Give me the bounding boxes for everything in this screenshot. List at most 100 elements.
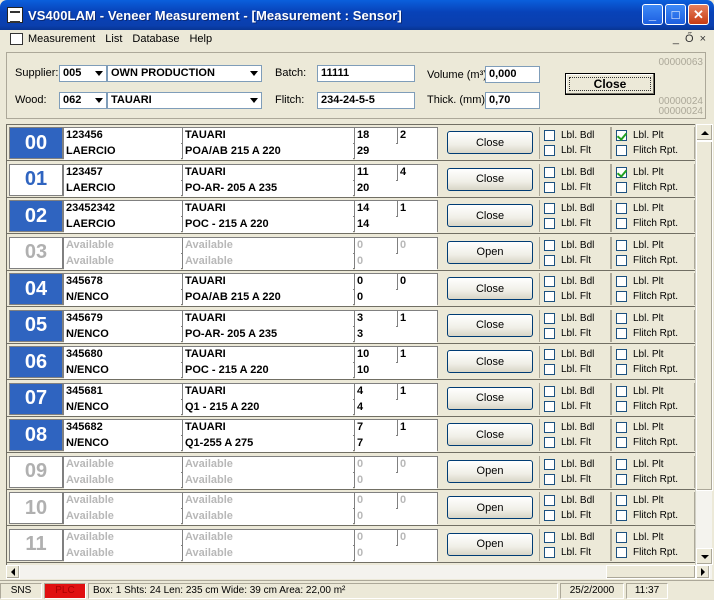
flitch-rpt-checkbox[interactable]: Flitch Rpt.	[616, 254, 678, 266]
menu-database[interactable]: Database	[132, 33, 179, 45]
mdi-minimize-icon[interactable]: _	[673, 33, 679, 45]
flitch-rpt-checkbox[interactable]: Flitch Rpt.	[616, 145, 678, 156]
lbl-bdl-checkbox[interactable]: Lbl. Bdl	[544, 385, 594, 397]
slot-number[interactable]: 02	[9, 200, 63, 232]
scroll-down-icon[interactable]	[696, 548, 713, 565]
slot-action-button[interactable]: Close	[447, 167, 533, 191]
lbl-flt-checkbox[interactable]: Lbl. Flt	[544, 510, 591, 521]
lbl-bdl-checkbox[interactable]: Lbl. Bdl	[544, 239, 594, 251]
slot-action-button[interactable]: Open	[447, 240, 533, 264]
lbl-bdl-checkbox[interactable]: Lbl. Bdl	[544, 422, 594, 433]
slot-number[interactable]: 03	[9, 236, 63, 269]
lbl-bdl-checkbox[interactable]: Lbl. Bdl	[544, 495, 594, 506]
chevron-down-icon[interactable]	[91, 66, 106, 81]
lbl-plt-checkbox[interactable]: Lbl. Plt	[616, 203, 664, 214]
scroll-right-icon[interactable]	[696, 565, 710, 579]
horizontal-thumb[interactable]	[606, 565, 696, 579]
lbl-flt-checkbox[interactable]: Lbl. Flt	[544, 437, 591, 448]
flitch-rpt-checkbox[interactable]: Flitch Rpt.	[616, 437, 678, 448]
lbl-plt-checkbox[interactable]: Lbl. Plt	[616, 276, 664, 287]
supplier-code-combo[interactable]: 005	[59, 65, 107, 82]
minimize-icon[interactable]: _	[642, 4, 663, 25]
slot-action-button[interactable]: Close	[447, 131, 533, 154]
thick-input[interactable]: 0,70	[485, 92, 540, 109]
slot-number[interactable]: 09	[9, 455, 63, 488]
lbl-plt-checkbox[interactable]: Lbl. Plt	[616, 349, 664, 360]
close-batch-button[interactable]: Close	[565, 73, 655, 95]
flitch-rpt-checkbox[interactable]: Flitch Rpt.	[616, 473, 678, 485]
menu-list[interactable]: List	[105, 33, 122, 45]
lbl-flt-checkbox[interactable]: Lbl. Flt	[544, 145, 591, 156]
lbl-bdl-checkbox[interactable]: Lbl. Bdl	[544, 312, 594, 324]
slot-action-button[interactable]: Open	[447, 496, 533, 519]
document-icon[interactable]	[10, 33, 23, 45]
lbl-plt-checkbox[interactable]: Lbl. Plt	[616, 130, 664, 141]
slot-action-button[interactable]: Open	[447, 459, 533, 483]
lbl-plt-checkbox[interactable]: Lbl. Plt	[616, 422, 664, 433]
lbl-plt-checkbox[interactable]: Lbl. Plt	[616, 239, 664, 251]
scroll-up-icon[interactable]	[696, 124, 713, 141]
lbl-flt-checkbox[interactable]: Lbl. Flt	[544, 254, 591, 266]
flitch-rpt-checkbox[interactable]: Flitch Rpt.	[616, 218, 678, 229]
wood-name-combo[interactable]: TAUARI	[107, 92, 262, 109]
slot-number[interactable]: 07	[9, 382, 63, 415]
chevron-down-icon[interactable]	[91, 93, 106, 108]
slot-number[interactable]: 01	[9, 163, 63, 196]
lbl-flt-checkbox[interactable]: Lbl. Flt	[544, 327, 591, 339]
lbl-flt-checkbox[interactable]: Lbl. Flt	[544, 473, 591, 485]
flitch-rpt-checkbox[interactable]: Flitch Rpt.	[616, 400, 678, 412]
scroll-thumb[interactable]	[696, 141, 713, 491]
flitch-rpt-checkbox[interactable]: Flitch Rpt.	[616, 510, 678, 521]
menu-help[interactable]: Help	[189, 33, 212, 45]
slot-action-button[interactable]: Close	[447, 386, 533, 410]
mdi-restore-icon[interactable]: Ő	[685, 33, 694, 45]
lbl-flt-checkbox[interactable]: Lbl. Flt	[544, 400, 591, 412]
slot-action-button[interactable]: Close	[447, 423, 533, 446]
lbl-plt-checkbox[interactable]: Lbl. Plt	[616, 166, 664, 178]
flitch-rpt-checkbox[interactable]: Flitch Rpt.	[616, 546, 678, 558]
wood-code-combo[interactable]: 062	[59, 92, 107, 109]
volume-input[interactable]: 0,000	[485, 66, 540, 83]
close-window-icon[interactable]: ✕	[688, 4, 709, 25]
lbl-flt-checkbox[interactable]: Lbl. Flt	[544, 291, 591, 302]
batch-input[interactable]: 11111	[317, 65, 415, 82]
lbl-bdl-checkbox[interactable]: Lbl. Bdl	[544, 458, 594, 470]
slot-number[interactable]: 00	[9, 127, 63, 159]
lbl-bdl-checkbox[interactable]: Lbl. Bdl	[544, 203, 594, 214]
slot-action-button[interactable]: Close	[447, 277, 533, 300]
vertical-scrollbar[interactable]	[695, 124, 713, 565]
slot-number[interactable]: 11	[9, 528, 63, 561]
slot-action-button[interactable]: Close	[447, 350, 533, 373]
slot-number[interactable]: 08	[9, 419, 63, 451]
flitch-input[interactable]: 234-24-5-5	[317, 92, 415, 109]
lbl-bdl-checkbox[interactable]: Lbl. Bdl	[544, 276, 594, 287]
slot-action-button[interactable]: Close	[447, 204, 533, 227]
maximize-icon[interactable]: □	[665, 4, 686, 25]
lbl-flt-checkbox[interactable]: Lbl. Flt	[544, 364, 591, 375]
slot-number[interactable]: 06	[9, 346, 63, 378]
slot-action-button[interactable]: Open	[447, 532, 533, 556]
flitch-rpt-checkbox[interactable]: Flitch Rpt.	[616, 291, 678, 302]
lbl-flt-checkbox[interactable]: Lbl. Flt	[544, 546, 591, 558]
lbl-bdl-checkbox[interactable]: Lbl. Bdl	[544, 166, 594, 178]
menu-measurement[interactable]: Measurement	[28, 33, 95, 45]
lbl-flt-checkbox[interactable]: Lbl. Flt	[544, 181, 591, 193]
flitch-rpt-checkbox[interactable]: Flitch Rpt.	[616, 181, 678, 193]
slot-number[interactable]: 10	[9, 492, 63, 524]
lbl-bdl-checkbox[interactable]: Lbl. Bdl	[544, 349, 594, 360]
lbl-plt-checkbox[interactable]: Lbl. Plt	[616, 458, 664, 470]
lbl-plt-checkbox[interactable]: Lbl. Plt	[616, 495, 664, 506]
lbl-bdl-checkbox[interactable]: Lbl. Bdl	[544, 130, 594, 141]
flitch-rpt-checkbox[interactable]: Flitch Rpt.	[616, 364, 678, 375]
slot-number[interactable]: 05	[9, 309, 63, 342]
slot-action-button[interactable]: Close	[447, 313, 533, 337]
lbl-bdl-checkbox[interactable]: Lbl. Bdl	[544, 531, 594, 543]
chevron-down-icon[interactable]	[246, 93, 261, 108]
lbl-plt-checkbox[interactable]: Lbl. Plt	[616, 531, 664, 543]
lbl-plt-checkbox[interactable]: Lbl. Plt	[616, 312, 664, 324]
mdi-close-icon[interactable]: ×	[700, 33, 706, 45]
scroll-left-icon[interactable]	[6, 565, 20, 579]
flitch-rpt-checkbox[interactable]: Flitch Rpt.	[616, 327, 678, 339]
supplier-name-combo[interactable]: OWN PRODUCTION	[107, 65, 262, 82]
slot-number[interactable]: 04	[9, 273, 63, 305]
